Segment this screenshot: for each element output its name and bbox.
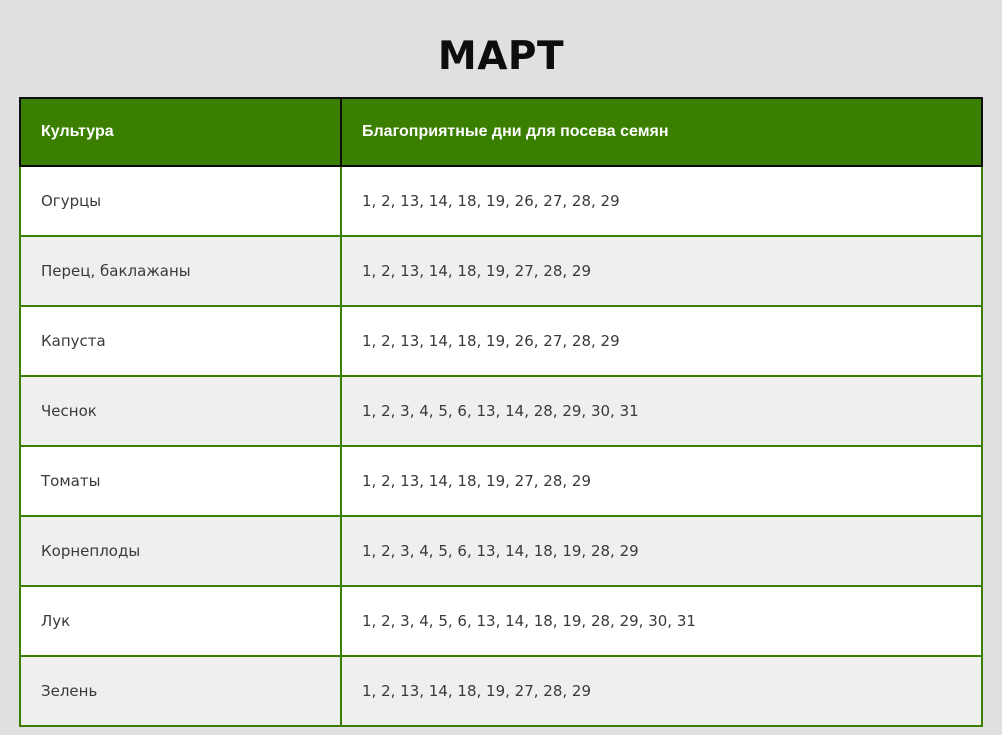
table-row: Капуста 1, 2, 13, 14, 18, 19, 26, 27, 28… xyxy=(19,305,983,377)
days-cell: 1, 2, 13, 14, 18, 19, 27, 28, 29 xyxy=(340,235,983,307)
table-row: Чеснок 1, 2, 3, 4, 5, 6, 13, 14, 28, 29,… xyxy=(19,375,983,447)
crop-cell: Корнеплоды xyxy=(19,515,342,587)
page-title: МАРТ xyxy=(437,34,565,80)
table-header-row: Культура Благоприятные дни для посева се… xyxy=(19,97,983,167)
table-row: Перец, баклажаны 1, 2, 13, 14, 18, 19, 2… xyxy=(19,235,983,307)
header-crop: Культура xyxy=(19,97,342,167)
table-row: Томаты 1, 2, 13, 14, 18, 19, 27, 28, 29 xyxy=(19,445,983,517)
days-cell: 1, 2, 3, 4, 5, 6, 13, 14, 18, 19, 28, 29 xyxy=(340,515,983,587)
days-cell: 1, 2, 3, 4, 5, 6, 13, 14, 18, 19, 28, 29… xyxy=(340,585,983,657)
crop-cell: Огурцы xyxy=(19,165,342,237)
days-cell: 1, 2, 13, 14, 18, 19, 26, 27, 28, 29 xyxy=(340,305,983,377)
crop-cell: Капуста xyxy=(19,305,342,377)
days-cell: 1, 2, 3, 4, 5, 6, 13, 14, 28, 29, 30, 31 xyxy=(340,375,983,447)
crop-cell: Зелень xyxy=(19,655,342,727)
crop-cell: Томаты xyxy=(19,445,342,517)
crop-cell: Лук xyxy=(19,585,342,657)
header-favorable-days: Благоприятные дни для посева семян xyxy=(340,97,983,167)
table-row: Лук 1, 2, 3, 4, 5, 6, 13, 14, 18, 19, 28… xyxy=(19,585,983,657)
crop-cell: Чеснок xyxy=(19,375,342,447)
days-cell: 1, 2, 13, 14, 18, 19, 26, 27, 28, 29 xyxy=(340,165,983,237)
table-row: Корнеплоды 1, 2, 3, 4, 5, 6, 13, 14, 18,… xyxy=(19,515,983,587)
days-cell: 1, 2, 13, 14, 18, 19, 27, 28, 29 xyxy=(340,445,983,517)
table-row: Огурцы 1, 2, 13, 14, 18, 19, 26, 27, 28,… xyxy=(19,165,983,237)
sowing-calendar-table: Культура Благоприятные дни для посева се… xyxy=(19,97,983,727)
table-row: Зелень 1, 2, 13, 14, 18, 19, 27, 28, 29 xyxy=(19,655,983,727)
days-cell: 1, 2, 13, 14, 18, 19, 27, 28, 29 xyxy=(340,655,983,727)
crop-cell: Перец, баклажаны xyxy=(19,235,342,307)
